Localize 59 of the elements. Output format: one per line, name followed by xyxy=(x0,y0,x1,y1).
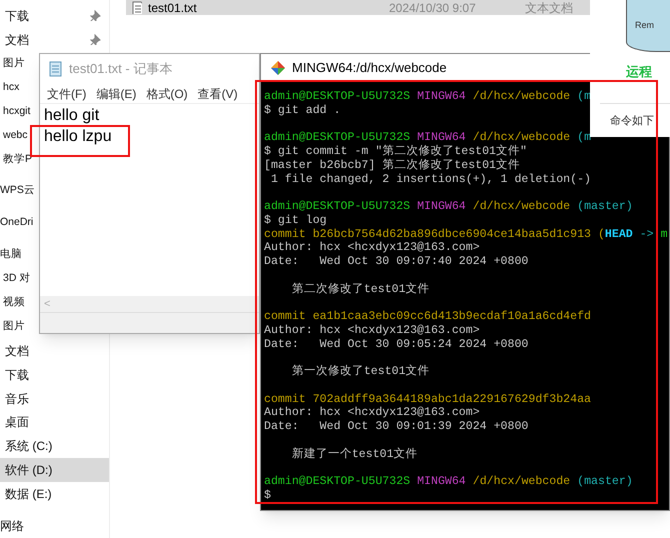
window-title: test01.txt - 记事本 xyxy=(69,60,172,78)
terminal-line: $ xyxy=(264,488,271,502)
sidebar-item[interactable]: 电脑 xyxy=(0,243,38,268)
diamond-icon xyxy=(270,60,286,76)
terminal-line: Author: hcx <hcxdyx123@163.com> xyxy=(264,241,480,255)
cylinder-drawing: Rem xyxy=(626,0,670,52)
sidebar-item[interactable]: 音乐 xyxy=(0,386,109,410)
terminal-line: Author: hcx <hcxdyx123@163.com> xyxy=(264,406,480,420)
sidebar-item[interactable]: 图片 xyxy=(0,52,38,76)
sidebar-item[interactable]: hcxgit xyxy=(0,100,38,124)
terminal-line: commit ea1b1caa3ebc09cc6d413b9ecdaf10a1a6cd4efd xyxy=(264,310,591,324)
menu-item[interactable]: 格式(O) xyxy=(146,84,188,102)
diagram-caption: 运程 xyxy=(626,63,652,81)
file-type: 文本文档 xyxy=(525,0,573,14)
sidebar-item[interactable]: 文档 xyxy=(0,338,109,363)
terminal-line: admin@DESKTOP-U5U732S MINGW64 /d/hcx/webcode (master) xyxy=(264,475,633,489)
sidebar-item[interactable]: 网络 xyxy=(0,514,109,538)
menu-item[interactable]: 文件(F) xyxy=(47,84,86,102)
terminal-line: Author: hcx <hcxdyx123@163.com> xyxy=(264,324,480,338)
terminal-line: $ git add . xyxy=(264,104,341,118)
terminal-line: Date: Wed Oct 30 09:01:39 2024 +0800 xyxy=(264,420,528,434)
sidebar-item[interactable]: OneDri xyxy=(0,211,38,236)
terminal-line: Date: Wed Oct 30 09:05:24 2024 +0800 xyxy=(264,338,528,352)
sidebar-item[interactable]: WPS云 xyxy=(0,179,38,204)
text-line: hello git xyxy=(44,106,100,126)
sidebar-item[interactable]: 下载 xyxy=(0,4,109,28)
terminal-line: 1 file changed, 2 insertions(+), 1 deletion(-) xyxy=(270,172,591,186)
window-title: MINGW64:/d/hcx/webcode xyxy=(292,58,447,77)
terminal-line: admin@DESKTOP-U5U732S MINGW64 /d/hcx/webcode (m xyxy=(264,131,592,144)
file-name: test01.txt xyxy=(148,0,198,14)
sidebar-item[interactable]: 桌面 xyxy=(0,410,109,434)
terminal-line: Date: Wed Oct 30 09:07:40 2024 +0800 xyxy=(264,255,528,269)
terminal-line: commit b26bcb7564d62ba896dbce6904ce14baa5d1c913 (HEAD -> m xyxy=(264,228,668,242)
sidebar-item[interactable]: 下载 xyxy=(0,362,109,387)
terminal-line: $ git commit -m "第二次修改了test01文件" xyxy=(264,145,527,158)
terminal-line: 第一次修改了test01文件 xyxy=(290,365,430,379)
sidebar-item[interactable]: 图片 xyxy=(0,314,38,339)
sidebar-item[interactable]: 系统 (C:) xyxy=(0,434,109,458)
sidebar-item[interactable]: 3D 对 xyxy=(0,267,38,291)
sidebar-item[interactable]: 文档 xyxy=(0,28,109,52)
terminal-line: 新建了一个test01文件 xyxy=(290,448,418,462)
terminal-line: $ git log xyxy=(264,214,327,228)
file-row[interactable]: test01.txt 2024/10/30 9:07 文本文档 xyxy=(126,0,590,15)
sidebar-item[interactable]: webc xyxy=(0,124,38,148)
terminal-line: 第二次修改了test01文件 xyxy=(290,282,430,296)
terminal-line: commit 702addff9a3644189abc1da229167629df3b24aa xyxy=(264,392,591,406)
sidebar-item[interactable]: 软件 (D:) xyxy=(0,458,109,482)
sidebar-item[interactable]: 视频 xyxy=(0,290,38,315)
body-text: 命令如下 xyxy=(610,114,654,129)
terminal-line: [master b26bcb7] 第二次修改了test01文件 xyxy=(264,158,520,172)
sidebar-item[interactable]: hcx xyxy=(0,76,38,100)
notepad-icon xyxy=(48,61,63,77)
menu-item[interactable]: 编辑(E) xyxy=(96,84,136,102)
sidebar-item[interactable]: 数据 (E:) xyxy=(0,482,109,506)
terminal-line: admin@DESKTOP-U5U732S MINGW64 /d/hcx/webcode (master) xyxy=(264,200,633,214)
file-date: 2024/10/30 9:07 xyxy=(389,0,477,14)
menu-item[interactable]: 查看(V) xyxy=(198,84,238,102)
document-icon xyxy=(132,1,142,14)
text-line: hello lzpu xyxy=(44,127,112,147)
